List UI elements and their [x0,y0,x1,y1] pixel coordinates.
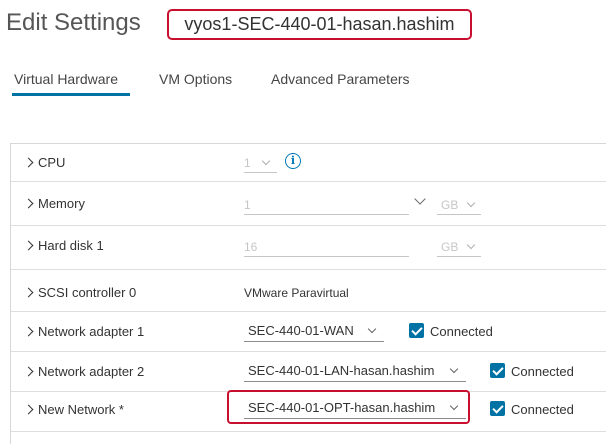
row-network-adapter-1: Network adapter 1 SEC-440-01-WAN Connect… [11,312,606,352]
chevron-down-icon [367,324,377,334]
network-adapter-1-label: Network adapter 1 [38,324,145,339]
chevron-right-icon [23,287,34,298]
hard-disk-unit-select[interactable]: GB [437,237,481,257]
chevron-down-icon[interactable] [414,193,426,205]
network-adapter-1-value: SEC-440-01-WAN [248,323,354,338]
scsi-label: SCSI controller 0 [38,285,137,300]
memory-value: 1 [244,198,251,212]
chevron-down-icon [261,156,271,166]
network-adapter-1-connected-checkbox[interactable] [409,323,424,338]
network-adapter-2-label: Network adapter 2 [38,364,145,379]
new-network-select[interactable]: SEC-440-01-OPT-hasan.hashim [244,397,466,419]
new-network-connected-checkbox[interactable] [490,401,505,416]
new-network-connected-label: Connected [511,402,574,417]
network-adapter-2-connected-checkbox[interactable] [490,363,505,378]
tab-advanced-parameters[interactable]: Advanced Parameters [271,70,410,94]
chevron-right-icon [23,240,34,251]
hard-disk-label: Hard disk 1 [38,238,104,253]
hard-disk-input[interactable]: 16 [244,237,409,257]
new-network-expander[interactable]: New Network * [23,402,124,417]
new-network-value: SEC-440-01-OPT-hasan.hashim [248,400,436,415]
scsi-expander[interactable]: SCSI controller 0 [23,285,137,300]
chevron-right-icon [23,366,34,377]
memory-unit-select[interactable]: GB [437,195,481,215]
row-new-network: New Network * SEC-440-01-OPT-hasan.hashi… [11,390,606,432]
network-adapter-2-expander[interactable]: Network adapter 2 [23,364,145,379]
chevron-right-icon [23,326,34,337]
new-network-label: New Network * [38,402,124,417]
vm-name-highlight: vyos1-SEC-440-01-hasan.hashim [167,9,472,40]
row-cpu: CPU 1 i [11,144,606,182]
memory-expander[interactable]: Memory [23,196,85,211]
memory-label: Memory [38,196,85,211]
chevron-right-icon [23,198,34,209]
hardware-panel: CPU 1 i Memory 1 GB Hard disk 1 16 GB SC… [10,143,606,444]
hard-disk-unit: GB [441,240,459,254]
network-adapter-2-select[interactable]: SEC-440-01-LAN-hasan.hashim [244,360,466,382]
hard-disk-expander[interactable]: Hard disk 1 [23,238,104,253]
chevron-down-icon [449,401,459,411]
tab-vm-options[interactable]: VM Options [159,70,232,94]
scsi-value: VMware Paravirtual [244,286,349,300]
row-memory: Memory 1 GB [11,182,606,226]
chevron-right-icon [23,404,34,415]
tab-virtual-hardware[interactable]: Virtual Hardware [14,70,118,94]
memory-unit: GB [441,198,459,212]
chevron-down-icon [466,198,476,208]
chevron-down-icon [466,240,476,250]
network-adapter-1-connected-label: Connected [430,324,493,339]
network-adapter-1-select[interactable]: SEC-440-01-WAN [244,320,384,342]
row-scsi-controller: SCSI controller 0 VMware Paravirtual [11,270,606,312]
cpu-select[interactable]: 1 [244,153,277,173]
cpu-expander[interactable]: CPU [23,155,66,170]
info-icon[interactable]: i [285,153,301,169]
page-title: Edit Settings [6,9,141,36]
chevron-right-icon [23,157,34,168]
cpu-value: 1 [244,156,251,170]
row-network-adapter-2: Network adapter 2 SEC-440-01-LAN-hasan.h… [11,352,606,392]
network-adapter-1-expander[interactable]: Network adapter 1 [23,324,145,339]
active-tab-indicator [12,93,130,96]
row-hard-disk: Hard disk 1 16 GB [11,226,606,270]
network-adapter-2-connected-label: Connected [511,364,574,379]
hard-disk-value: 16 [244,240,258,254]
chevron-down-icon [449,364,459,374]
network-adapter-2-value: SEC-440-01-LAN-hasan.hashim [248,363,435,378]
cpu-label: CPU [38,155,66,170]
memory-input[interactable]: 1 [244,195,409,215]
